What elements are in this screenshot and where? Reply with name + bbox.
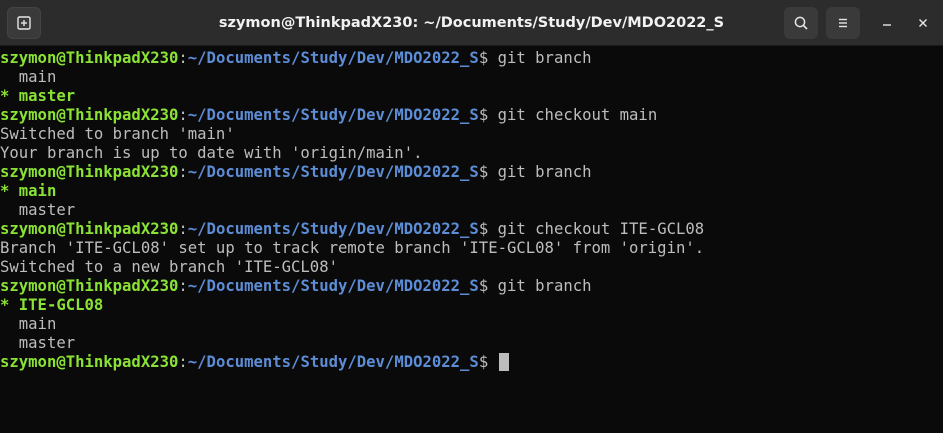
terminal-line: szymon@ThinkpadX230:~/Documents/Study/De… xyxy=(0,277,943,296)
prompt-path: ~/Documents/Study/Dev/MDO2022_S xyxy=(187,353,479,371)
close-button[interactable] xyxy=(906,7,940,39)
prompt-path: ~/Documents/Study/Dev/MDO2022_S xyxy=(187,106,479,124)
prompt-separator: : xyxy=(178,106,188,124)
terminal-line: szymon@ThinkpadX230:~/Documents/Study/De… xyxy=(0,220,943,239)
prompt-path: ~/Documents/Study/Dev/MDO2022_S xyxy=(187,220,479,238)
terminal-line: * master xyxy=(0,87,943,106)
terminal-line: main xyxy=(0,315,943,334)
prompt-separator: : xyxy=(178,220,188,238)
branch-name: main xyxy=(0,68,57,86)
terminal-line: master xyxy=(0,201,943,220)
terminal-line: Switched to a new branch 'ITE-GCL08' xyxy=(0,258,943,277)
branch-name: main xyxy=(0,315,57,333)
terminal-line: szymon@ThinkpadX230:~/Documents/Study/De… xyxy=(0,49,943,68)
command-text: git branch xyxy=(497,277,592,295)
terminal-window: szymon@ThinkpadX230: ~/Documents/Study/D… xyxy=(0,0,943,433)
prompt-symbol: $ xyxy=(478,49,489,67)
terminal-line: szymon@ThinkpadX230:~/Documents/Study/De… xyxy=(0,106,943,125)
prompt-path: ~/Documents/Study/Dev/MDO2022_S xyxy=(187,163,479,181)
output-text: Branch 'ITE-GCL08' set up to track remot… xyxy=(0,239,705,257)
terminal-line: szymon@ThinkpadX230:~/Documents/Study/De… xyxy=(0,353,943,372)
hamburger-menu-icon xyxy=(839,18,847,28)
prompt-user: szymon@ThinkpadX230 xyxy=(0,277,179,295)
terminal-output[interactable]: szymon@ThinkpadX230:~/Documents/Study/De… xyxy=(0,47,943,433)
terminal-line: * main xyxy=(0,182,943,201)
prompt-path: ~/Documents/Study/Dev/MDO2022_S xyxy=(187,277,479,295)
prompt-path: ~/Documents/Study/Dev/MDO2022_S xyxy=(187,49,479,67)
branch-name: master xyxy=(0,334,76,352)
prompt-symbol: $ xyxy=(478,220,489,238)
text-cursor xyxy=(498,353,509,371)
current-branch: * master xyxy=(0,87,76,105)
branch-name: master xyxy=(0,201,76,219)
prompt-symbol: $ xyxy=(478,353,489,371)
close-icon xyxy=(919,19,927,27)
minimize-icon xyxy=(883,24,891,26)
prompt-user: szymon@ThinkpadX230 xyxy=(0,220,179,238)
prompt-user: szymon@ThinkpadX230 xyxy=(0,163,179,181)
terminal-line: szymon@ThinkpadX230:~/Documents/Study/De… xyxy=(0,163,943,182)
prompt-symbol: $ xyxy=(478,163,489,181)
output-text: Switched to a new branch 'ITE-GCL08' xyxy=(0,258,338,276)
title-bar[interactable]: szymon@ThinkpadX230: ~/Documents/Study/D… xyxy=(0,0,943,46)
prompt-separator: : xyxy=(178,353,188,371)
terminal-line: * ITE-GCL08 xyxy=(0,296,943,315)
output-text: Your branch is up to date with 'origin/m… xyxy=(0,144,423,162)
prompt-symbol: $ xyxy=(478,106,489,124)
prompt-user: szymon@ThinkpadX230 xyxy=(0,106,179,124)
prompt-separator: : xyxy=(178,277,188,295)
command-text: git checkout ITE-GCL08 xyxy=(497,220,705,238)
command-text: git branch xyxy=(497,49,592,67)
terminal-line: Switched to branch 'main' xyxy=(0,125,943,144)
prompt-user: szymon@ThinkpadX230 xyxy=(0,353,179,371)
prompt-user: szymon@ThinkpadX230 xyxy=(0,49,179,67)
current-branch: * main xyxy=(0,182,57,200)
prompt-separator: : xyxy=(178,163,188,181)
prompt-separator: : xyxy=(178,49,188,67)
search-icon xyxy=(794,16,808,30)
terminal-line: master xyxy=(0,334,943,353)
search-button[interactable] xyxy=(784,7,818,39)
output-text: Switched to branch 'main' xyxy=(0,125,235,143)
minimize-button[interactable] xyxy=(870,7,904,39)
command-text: git checkout main xyxy=(497,106,658,124)
terminal-line: main xyxy=(0,68,943,87)
terminal-line: Branch 'ITE-GCL08' set up to track remot… xyxy=(0,239,943,258)
new-tab-button[interactable] xyxy=(7,7,41,39)
menu-button[interactable] xyxy=(826,7,860,39)
new-tab-icon xyxy=(17,16,31,30)
current-branch: * ITE-GCL08 xyxy=(0,296,104,314)
command-text: git branch xyxy=(497,163,592,181)
prompt-symbol: $ xyxy=(478,277,489,295)
terminal-line: Your branch is up to date with 'origin/m… xyxy=(0,144,943,163)
